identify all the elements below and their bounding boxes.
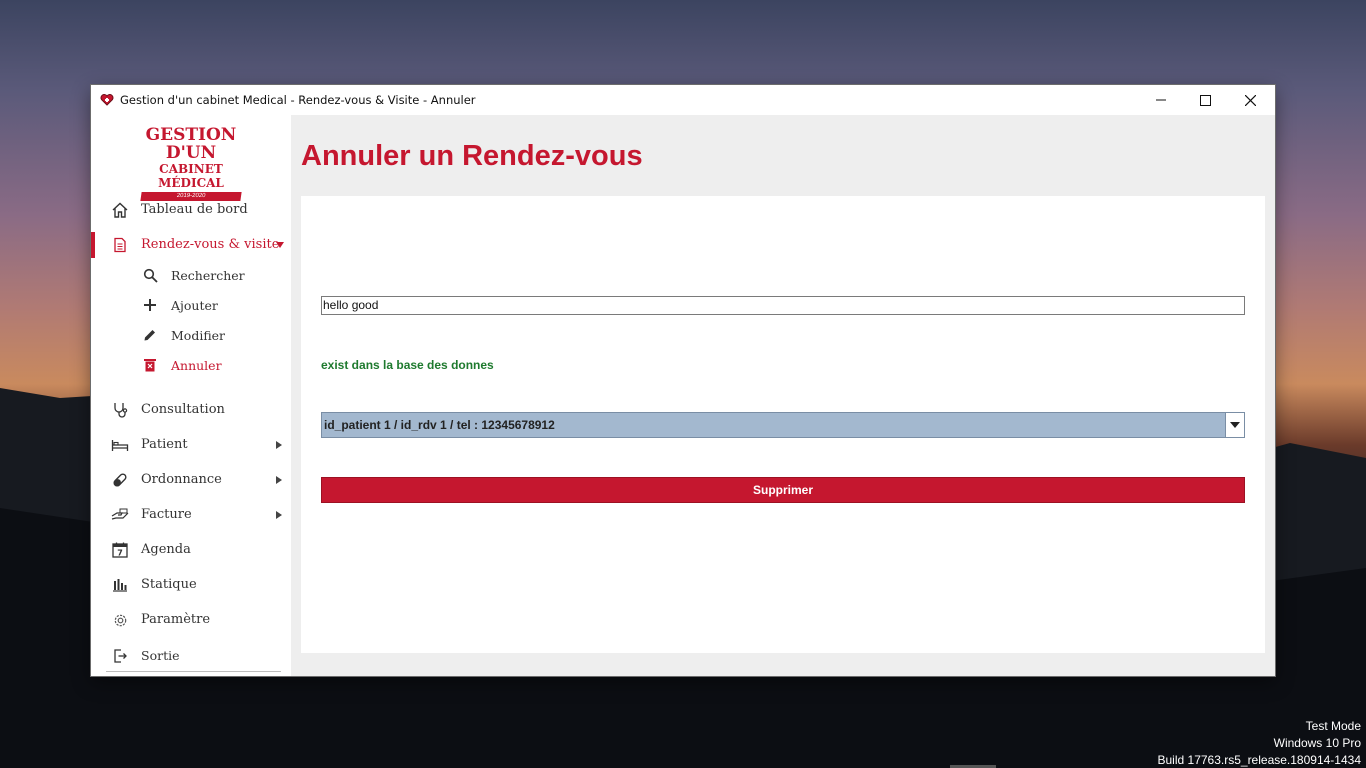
search-icon [142, 267, 158, 283]
svg-text:7: 7 [117, 549, 123, 558]
pencil-icon [142, 327, 158, 343]
chevron-right-icon [276, 441, 282, 449]
watermark-line-1: Test Mode [1305, 719, 1361, 733]
sidebar-item-label: Agenda [141, 542, 191, 557]
sub-item-label: Annuler [171, 358, 222, 373]
maximize-button[interactable] [1183, 85, 1228, 115]
sub-item-rechercher[interactable]: Rechercher [91, 261, 291, 289]
sidebar-item-label: Statique [141, 577, 197, 592]
sidebar-item-label: Consultation [141, 402, 225, 417]
document-icon [111, 236, 129, 254]
gear-icon [111, 611, 129, 629]
logo-line-1: GESTION D'UN [145, 125, 237, 163]
page-title: Annuler un Rendez-vous [301, 140, 643, 172]
appointment-select-value: id_patient 1 / id_rdv 1 / tel : 12345678… [324, 418, 555, 432]
stethoscope-icon [111, 401, 129, 419]
sidebar-item-label: Sortie [141, 648, 180, 663]
search-input[interactable] [321, 296, 1245, 315]
sidebar-item-rendez-vous[interactable]: Rendez-vous & visite [91, 230, 291, 260]
maximize-icon [1200, 94, 1211, 106]
chevron-down-icon [1230, 422, 1240, 428]
pill-icon [111, 471, 129, 489]
active-indicator [91, 232, 95, 258]
sidebar-item-patient[interactable]: Patient [91, 430, 291, 460]
calendar-icon: 7 [111, 541, 129, 559]
logo-line-2: CABINET MÉDICAL [158, 162, 224, 190]
chevron-right-icon [276, 476, 282, 484]
sub-item-modifier[interactable]: Modifier [91, 321, 291, 349]
sidebar-item-facture[interactable]: Facture [91, 500, 291, 530]
watermark-line-2: Windows 10 Pro [1273, 736, 1361, 750]
sub-item-annuler[interactable]: Annuler [91, 351, 291, 379]
app-window: Gestion d'un cabinet Medical - Rendez-vo… [91, 85, 1275, 676]
trash-icon [142, 357, 158, 373]
sidebar-item-label: Facture [141, 507, 192, 522]
dropdown-button[interactable] [1225, 413, 1244, 437]
sub-item-label: Ajouter [171, 298, 218, 313]
chevron-down-icon [276, 242, 284, 248]
sidebar-item-consultation[interactable]: Consultation [91, 395, 291, 425]
sidebar-item-ordonnance[interactable]: Ordonnance [91, 465, 291, 495]
sub-item-label: Modifier [171, 328, 226, 343]
exit-icon [111, 647, 129, 665]
sidebar-item-sortie[interactable]: Sortie [91, 641, 291, 671]
sub-item-ajouter[interactable]: Ajouter [91, 291, 291, 319]
status-message: exist dans la base des donnes [321, 358, 494, 372]
sidebar-item-parametre[interactable]: Paramètre [91, 605, 291, 635]
sidebar-item-tableau-de-bord[interactable]: Tableau de bord [91, 195, 291, 225]
watermark-line-3: Build 17763.rs5_release.180914-1434 [1157, 753, 1362, 767]
close-button[interactable] [1228, 85, 1273, 115]
home-icon [111, 201, 129, 219]
sub-item-label: Rechercher [171, 268, 245, 283]
hand-money-icon [111, 506, 129, 524]
title-bar: Gestion d'un cabinet Medical - Rendez-vo… [91, 85, 1275, 115]
chevron-right-icon [276, 511, 282, 519]
bed-icon [111, 436, 129, 454]
app-logo: GESTION D'UN CABINET MÉDICAL 2019-2020 [126, 125, 256, 201]
sidebar-item-statique[interactable]: Statique [91, 570, 291, 600]
plus-icon [142, 297, 158, 313]
sidebar-item-label: Patient [141, 437, 188, 452]
appointment-select[interactable]: id_patient 1 / id_rdv 1 / tel : 12345678… [321, 412, 1245, 438]
minimize-button[interactable] [1138, 85, 1183, 115]
sidebar: GESTION D'UN CABINET MÉDICAL 2019-2020 T… [91, 115, 291, 676]
sidebar-item-label: Tableau de bord [141, 202, 248, 217]
sidebar-item-agenda[interactable]: 7 Agenda [91, 535, 291, 565]
sidebar-item-label: Ordonnance [141, 472, 222, 487]
sidebar-item-label: Rendez-vous & visite [141, 237, 280, 252]
window-title: Gestion d'un cabinet Medical - Rendez-vo… [120, 93, 476, 107]
sidebar-item-label: Paramètre [141, 612, 211, 627]
bar-chart-icon [111, 576, 129, 594]
close-icon [1245, 94, 1256, 106]
sidebar-divider [106, 671, 281, 672]
cancel-form-card: exist dans la base des donnes id_patient… [301, 196, 1265, 653]
minimize-icon [1155, 99, 1166, 101]
delete-button[interactable]: Supprimer [321, 477, 1245, 503]
app-heart-icon [100, 94, 114, 106]
